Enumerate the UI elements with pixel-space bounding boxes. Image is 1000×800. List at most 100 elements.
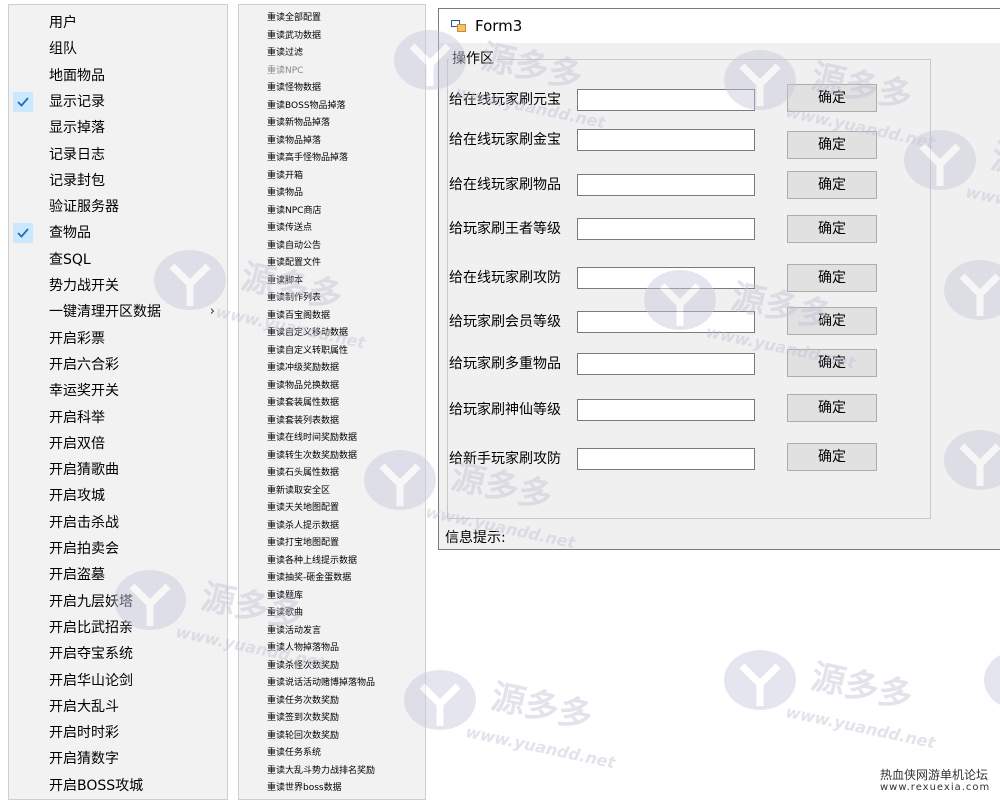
reload-menu-item[interactable]: 重读世界boss数据 [267, 780, 342, 798]
confirm-button[interactable]: 确定 [787, 171, 877, 199]
menu-item[interactable]: 开启猜数字› [9, 746, 227, 772]
reload-menu-item[interactable]: 重读抽奖-砸金蛋数据 [267, 570, 351, 588]
reload-menu-item[interactable]: 重读任务系统 [267, 745, 321, 763]
reload-menu-item[interactable]: 重读说话活动赌博掉落物品 [267, 675, 375, 693]
menu-item[interactable]: 开启彩票› [9, 326, 227, 352]
row-input[interactable] [577, 311, 755, 333]
menu-item[interactable]: 开启大乱斗› [9, 694, 227, 720]
row-input[interactable] [577, 353, 755, 375]
menu-item[interactable]: 开启科举› [9, 405, 227, 431]
row-input[interactable] [577, 89, 755, 111]
reload-menu-item[interactable]: 重读NPC商店 [267, 203, 321, 221]
menu-item[interactable]: 记录封包› [9, 168, 227, 194]
reload-menu-item[interactable]: 重读传送点 [267, 220, 312, 238]
reload-menu-item[interactable]: 重读自定义转职属性 [267, 343, 348, 361]
menu-item[interactable]: 势力战开关› [9, 273, 227, 299]
menu-item-label: 开启拍卖会 [49, 541, 119, 557]
menu-item[interactable]: 一键清理开区数据 › [9, 299, 227, 325]
menu-item[interactable]: 显示记录› [9, 89, 227, 115]
row-input[interactable] [577, 129, 755, 151]
menu-item[interactable]: 查SQL› [9, 247, 227, 273]
reload-menu-item[interactable]: 重读NPC [267, 63, 303, 81]
menu-item[interactable]: 开启六合彩› [9, 352, 227, 378]
reload-menu-item[interactable]: 重读配置文件 [267, 255, 321, 273]
menu-item[interactable]: 地面物品› [9, 63, 227, 89]
menu-item[interactable]: 查物品› [9, 220, 227, 246]
menu-item[interactable]: 开启盗墓› [9, 562, 227, 588]
menu-item[interactable]: 开启华山论剑› [9, 668, 227, 694]
row-input[interactable] [577, 267, 755, 289]
row-input[interactable] [577, 174, 755, 196]
menu-item[interactable]: 记录日志› [9, 142, 227, 168]
menu-item[interactable]: 幸运奖开关› [9, 378, 227, 404]
confirm-button[interactable]: 确定 [787, 307, 877, 335]
title-bar[interactable]: Form3 [439, 9, 1000, 43]
confirm-button[interactable]: 确定 [787, 84, 877, 112]
checkmark-icon [13, 223, 33, 244]
reload-menu-item[interactable]: 重读在线时间奖励数据 [267, 430, 357, 448]
row-label: 给新手玩家刷攻防 [449, 451, 561, 467]
reload-menu-item[interactable]: 重读打宝地图配置 [267, 535, 339, 553]
row-input[interactable] [577, 448, 755, 470]
reload-menu-item[interactable]: 重读轮回次数奖励 [267, 728, 339, 746]
menu-item[interactable]: 开启比武招亲› [9, 615, 227, 641]
reload-menu-item[interactable]: 重读活动发言 [267, 623, 321, 641]
reload-menu-item[interactable]: 重读百宝阁数据 [267, 308, 330, 326]
confirm-button[interactable]: 确定 [787, 264, 877, 292]
menu-item[interactable]: 组队› [9, 36, 227, 62]
menu-item[interactable]: 验证服务器› [9, 194, 227, 220]
menu-item[interactable]: 开启猜歌曲› [9, 457, 227, 483]
row-input[interactable] [577, 399, 755, 421]
reload-menu-item[interactable]: 重读自定义移动数据 [267, 325, 348, 343]
reload-menu-item[interactable]: 重读杀怪次数奖励 [267, 658, 339, 676]
reload-menu-item[interactable]: 重读怪物数据 [267, 80, 321, 98]
confirm-button[interactable]: 确定 [787, 394, 877, 422]
reload-menu-item[interactable]: 重读高手怪物品掉落 [267, 150, 348, 168]
reload-menu-item[interactable]: 重读新物品掉落 [267, 115, 330, 133]
reload-menu-item[interactable]: 重读冲级奖励数据 [267, 360, 339, 378]
reload-menu-item[interactable]: 重读制作列表 [267, 290, 321, 308]
menu-item[interactable]: 开启击杀战› [9, 510, 227, 536]
reload-menu-item[interactable]: 重读开箱 [267, 168, 303, 186]
reload-menu-item[interactable]: 重读BOSS物品掉落 [267, 98, 346, 116]
reload-menu-item[interactable]: 重读过滤 [267, 45, 303, 63]
reload-menu-item[interactable]: 重读石头属性数据 [267, 465, 339, 483]
menu-item[interactable]: 开启BOSS攻城› [9, 773, 227, 799]
reload-menu-item[interactable]: 重读全部配置 [267, 10, 321, 28]
menu-item[interactable]: 用户› [9, 10, 227, 36]
watermark-logo: 源多多www.yuandd.net [400, 660, 630, 774]
reload-menu-item[interactable]: 重读天关地图配置 [267, 500, 339, 518]
reload-menu-item[interactable]: 重读任务次数奖励 [267, 693, 339, 711]
reload-menu-item[interactable]: 重读物品兑换数据 [267, 378, 339, 396]
reload-menu-item[interactable]: 重读歌曲 [267, 605, 303, 623]
confirm-button[interactable]: 确定 [787, 349, 877, 377]
reload-menu-item[interactable]: 重读杀人提示数据 [267, 518, 339, 536]
reload-menu-item[interactable]: 重读题库 [267, 588, 303, 606]
menu-item[interactable]: 显示掉落› [9, 115, 227, 141]
reload-menu-item[interactable]: 重读武功数据 [267, 28, 321, 46]
reload-menu-item[interactable]: 重读物品 [267, 185, 303, 203]
row-input[interactable] [577, 218, 755, 240]
reload-menu-item[interactable]: 重读套装列表数据 [267, 413, 339, 431]
reload-menu-item[interactable]: 重新读取安全区 [267, 483, 330, 501]
menu-item[interactable]: 开启攻城› [9, 483, 227, 509]
menu-item[interactable]: 开启夺宝系统› [9, 641, 227, 667]
menu-item[interactable]: 开启拍卖会› [9, 536, 227, 562]
menu-item[interactable]: 开启时时彩› [9, 720, 227, 746]
reload-menu-item[interactable]: 重读套装属性数据 [267, 395, 339, 413]
menu-item[interactable]: 开启九层妖塔› [9, 589, 227, 615]
confirm-button[interactable]: 确定 [787, 215, 877, 243]
reload-menu-item[interactable]: 重读大乱斗势力战排名奖励 [267, 763, 375, 781]
reload-menu-item[interactable]: 重读人物掉落物品 [267, 640, 339, 658]
reload-menu-item[interactable]: 重读脚本 [267, 273, 303, 291]
menu-item-label: 势力战开关 [49, 278, 119, 294]
confirm-button[interactable]: 确定 [787, 131, 877, 159]
reload-menu-item[interactable]: 重读物品掉落 [267, 133, 321, 151]
reload-menu-item[interactable]: 重读各种上线提示数据 [267, 553, 357, 571]
reload-menu-item[interactable]: 重读自动公告 [267, 238, 321, 256]
menu-item[interactable]: 开启双倍› [9, 431, 227, 457]
confirm-button[interactable]: 确定 [787, 443, 877, 471]
reload-menu-item[interactable]: 重读签到次数奖励 [267, 710, 339, 728]
app-icon [451, 20, 466, 32]
reload-menu-item[interactable]: 重读转生次数奖励数据 [267, 448, 357, 466]
